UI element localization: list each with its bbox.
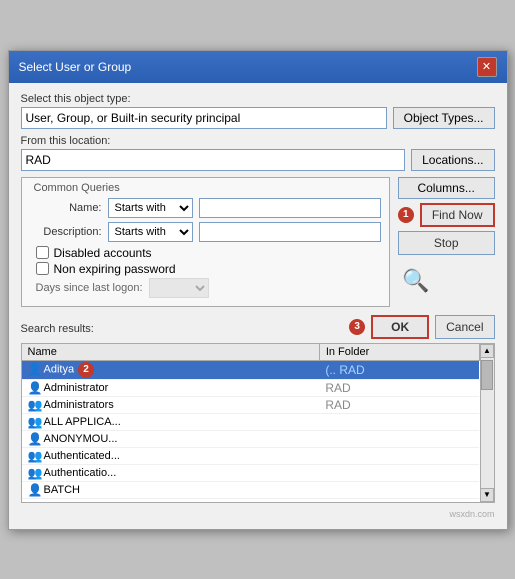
object-type-input[interactable] (21, 107, 387, 129)
find-now-button[interactable]: Find Now (420, 203, 495, 227)
object-type-section: Select this object type: Object Types... (21, 93, 495, 129)
name-query-input[interactable] (199, 198, 381, 218)
table-row[interactable]: 👥Authenticatio... (22, 464, 480, 481)
row-icon: 👥 (28, 415, 42, 429)
col-header-folder: In Folder (319, 344, 479, 361)
days-label: Days since last logon: (36, 282, 143, 294)
row-icon: 👥 (28, 500, 42, 502)
selected-badge: 2 (78, 362, 94, 378)
disabled-accounts-checkbox[interactable] (36, 246, 49, 259)
select-user-or-group-dialog: Select User or Group ✕ Select this objec… (8, 50, 508, 530)
description-query-label: Description: (30, 226, 102, 238)
row-icon: 👤 (28, 432, 42, 446)
disabled-accounts-label: Disabled accounts (54, 246, 152, 260)
description-filter-select[interactable]: Starts with (108, 222, 193, 242)
row-icon: 👥 (28, 449, 42, 463)
name-query-row: Name: Starts with (30, 198, 381, 218)
results-section: Search results: 3 OK Cancel Name In Fold… (21, 313, 495, 519)
location-label: From this location: (21, 135, 495, 147)
common-queries-legend: Common Queries (30, 182, 381, 194)
description-query-input[interactable] (199, 222, 381, 242)
common-queries-box-wrapper: Common Queries Name: Starts with Descrip… (21, 177, 390, 307)
right-buttons: Columns... 1 Find Now Stop 🔍 (398, 177, 495, 307)
common-queries-box: Common Queries Name: Starts with Descrip… (21, 177, 390, 307)
object-type-label: Select this object type: (21, 93, 495, 105)
name-query-label: Name: (30, 202, 102, 214)
non-expiring-checkbox[interactable] (36, 262, 49, 275)
scrollbar-thumb[interactable] (481, 360, 493, 390)
name-filter-select[interactable]: Starts with (108, 198, 193, 218)
row-icon: 👤 (28, 381, 42, 395)
days-row: Days since last logon: (36, 278, 381, 298)
ok-badge: 3 (349, 319, 365, 335)
columns-button[interactable]: Columns... (398, 177, 495, 199)
queries-area: Common Queries Name: Starts with Descrip… (21, 177, 495, 307)
object-types-button[interactable]: Object Types... (393, 107, 495, 129)
disabled-accounts-row: Disabled accounts (36, 246, 381, 260)
table-row[interactable]: 👤BATCH (22, 481, 480, 498)
cancel-button[interactable]: Cancel (435, 315, 494, 339)
dialog-title: Select User or Group (19, 60, 132, 74)
non-expiring-row: Non expiring password (36, 262, 381, 276)
days-select[interactable] (149, 278, 209, 298)
table-row[interactable]: 👥Authenticated... (22, 447, 480, 464)
table-row[interactable]: 👥AdministratorsRAD (22, 396, 480, 413)
description-query-row: Description: Starts with (30, 222, 381, 242)
dialog-body: Select this object type: Object Types...… (9, 83, 507, 529)
table-row[interactable]: 👥CONSOLE L... (22, 498, 480, 502)
row-icon: 👤 (28, 483, 42, 497)
scrollbar-down[interactable]: ▼ (480, 488, 494, 502)
search-results-label: Search results: (21, 323, 344, 335)
non-expiring-label: Non expiring password (54, 262, 176, 276)
scrollbar-up[interactable]: ▲ (480, 344, 494, 358)
locations-button[interactable]: Locations... (411, 149, 494, 171)
table-row[interactable]: 👤Aditya2(.. RAD (22, 360, 480, 379)
stop-button[interactable]: Stop (398, 231, 495, 255)
row-icon: 👤 (28, 362, 42, 376)
scrollbar: ▲ ▼ (480, 344, 494, 502)
row-icon: 👥 (28, 466, 42, 480)
table-row[interactable]: 👤AdministratorRAD (22, 379, 480, 396)
results-table[interactable]: Name In Folder 👤Aditya2(.. RAD👤Administr… (22, 344, 480, 502)
results-table-wrapper: Name In Folder 👤Aditya2(.. RAD👤Administr… (21, 343, 495, 503)
ok-cancel-row: Search results: 3 OK Cancel (21, 315, 495, 339)
row-icon: 👥 (28, 398, 42, 412)
title-bar: Select User or Group ✕ (9, 51, 507, 83)
table-row[interactable]: 👥ALL APPLICA... (22, 413, 480, 430)
ok-button[interactable]: OK (371, 315, 429, 339)
location-input[interactable] (21, 149, 406, 171)
location-section: From this location: Locations... (21, 135, 495, 171)
col-header-name: Name (22, 344, 320, 361)
search-icon: 🔍 (398, 263, 434, 299)
close-button[interactable]: ✕ (477, 57, 497, 77)
table-row[interactable]: 👤ANONYMOU... (22, 430, 480, 447)
find-now-badge: 1 (398, 207, 414, 223)
watermark: wsxdn.com (21, 509, 495, 519)
